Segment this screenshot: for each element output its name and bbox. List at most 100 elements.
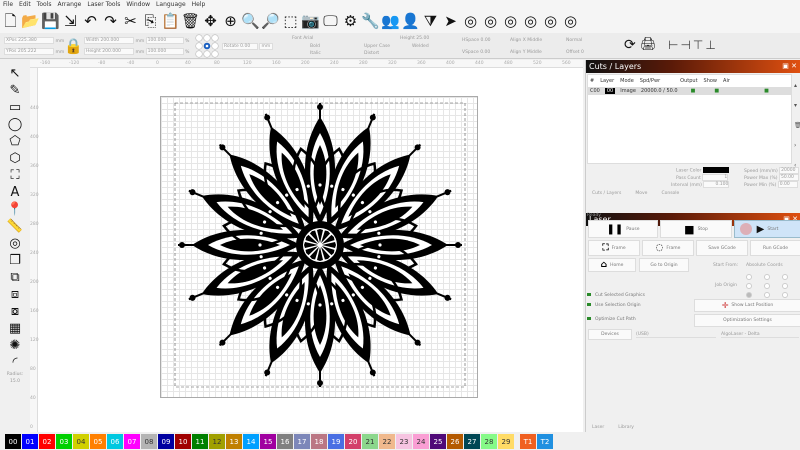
menu-arrange[interactable]: Arrange bbox=[57, 0, 81, 9]
edit-nodes-icon[interactable]: ✎ bbox=[7, 83, 23, 98]
origin-selector[interactable] bbox=[195, 34, 219, 58]
move-icon[interactable]: ✥ bbox=[202, 13, 219, 30]
color-swatch-28[interactable]: 28 bbox=[481, 434, 497, 449]
color-swatch-04[interactable]: 04 bbox=[73, 434, 89, 449]
menu-laser-tools[interactable]: Laser Tools bbox=[87, 0, 120, 9]
delete-icon[interactable]: 🗑 bbox=[181, 13, 200, 30]
color-swatch-t1[interactable]: T1 bbox=[520, 434, 536, 449]
frame-icon[interactable]: ⛶ bbox=[7, 168, 23, 183]
camera-icon[interactable]: 📷 bbox=[301, 13, 320, 30]
offset-icon[interactable]: ◎ bbox=[7, 236, 23, 251]
device-select[interactable]: AlgoLaser - Delta bbox=[721, 332, 799, 338]
ypos-input[interactable]: YPos 205.222 bbox=[4, 48, 54, 55]
save-icon[interactable]: 💾 bbox=[41, 13, 60, 30]
tools-wrench-icon[interactable]: 🔧 bbox=[361, 13, 380, 30]
open-folder-icon[interactable]: 📂 bbox=[21, 13, 40, 30]
job-origin-radio[interactable] bbox=[746, 274, 752, 280]
select-icon[interactable]: ↖ bbox=[7, 66, 23, 81]
color-swatch-01[interactable]: 01 bbox=[22, 434, 38, 449]
table-row[interactable]: C00 00 Image 20000.0 / 50.0 ■ ■ ■ bbox=[588, 87, 791, 95]
show-toggle[interactable]: ■ bbox=[714, 88, 719, 94]
tab-console[interactable]: Console bbox=[661, 191, 679, 196]
output-toggle[interactable]: ■ bbox=[691, 88, 696, 94]
optimization-settings-button[interactable]: Optimization Settings bbox=[694, 314, 800, 327]
job-origin-radio[interactable] bbox=[764, 292, 770, 298]
color-swatch-18[interactable]: 18 bbox=[311, 434, 327, 449]
polygon-star-icon[interactable]: ⬡ bbox=[7, 151, 23, 166]
menu-help[interactable]: Help bbox=[192, 0, 206, 9]
color-swatch-13[interactable]: 13 bbox=[226, 434, 242, 449]
height-pct-input[interactable]: 100.000 bbox=[145, 48, 184, 55]
color-swatch-26[interactable]: 26 bbox=[447, 434, 463, 449]
menu-file[interactable]: File bbox=[3, 0, 13, 9]
paste-icon[interactable]: 📋 bbox=[161, 13, 180, 30]
bold-checkbox[interactable]: Bold bbox=[310, 44, 320, 49]
arrange-icon[interactable]: ⧩ bbox=[422, 13, 439, 30]
zoom-frame-icon[interactable]: ⊕ bbox=[222, 13, 239, 30]
copy-icon[interactable]: ⎘ bbox=[142, 13, 159, 30]
measure-icon[interactable]: 📏 bbox=[7, 219, 23, 234]
job-origin-radio[interactable] bbox=[782, 283, 788, 289]
menu-tools[interactable]: Tools bbox=[37, 0, 52, 9]
color-swatch-19[interactable]: 19 bbox=[328, 434, 344, 449]
user-icon[interactable]: 👤 bbox=[401, 13, 420, 30]
color-swatch-14[interactable]: 14 bbox=[243, 434, 259, 449]
go-to-origin-button[interactable]: Go to Origin bbox=[639, 258, 689, 272]
width-input[interactable]: Width 200.000 bbox=[84, 37, 134, 44]
target3-icon[interactable]: ◎ bbox=[502, 13, 519, 30]
color-swatch-11[interactable]: 11 bbox=[192, 434, 208, 449]
layer-color-swatch[interactable] bbox=[702, 167, 729, 173]
radius-input[interactable]: 15.0 bbox=[10, 379, 20, 384]
stop-button[interactable]: ■ Stop bbox=[660, 220, 732, 238]
import-icon[interactable]: ⇲ bbox=[62, 13, 79, 30]
use-selection-origin-checkbox[interactable]: Use Selection Origin bbox=[587, 303, 641, 308]
menu-edit[interactable]: Edit bbox=[19, 0, 31, 9]
normal-select[interactable]: Normal bbox=[566, 38, 582, 43]
tab-move[interactable]: Move bbox=[635, 191, 647, 196]
tab-laser[interactable]: Laser bbox=[592, 425, 604, 430]
settings-gear-icon[interactable]: ⚙ bbox=[342, 13, 359, 30]
ellipse-icon[interactable]: ◯ bbox=[7, 117, 23, 132]
target5-icon[interactable]: ◎ bbox=[542, 13, 559, 30]
cut-selected-checkbox[interactable]: Cut Selected Graphics bbox=[587, 293, 645, 298]
weld-icon[interactable]: ⧈ bbox=[7, 287, 23, 302]
tab-library[interactable]: Library bbox=[618, 425, 634, 430]
save-gcode-button[interactable]: Save GCode bbox=[696, 240, 748, 256]
new-file-icon[interactable]: 🗋 bbox=[2, 13, 19, 30]
air-toggle[interactable]: ■ bbox=[764, 88, 769, 94]
color-swatch-16[interactable]: 16 bbox=[277, 434, 293, 449]
frame-rect-button[interactable]: ⛶ Frame bbox=[588, 240, 640, 256]
color-swatch-08[interactable]: 08 bbox=[141, 434, 157, 449]
color-swatch-07[interactable]: 07 bbox=[124, 434, 140, 449]
welded-checkbox[interactable]: Welded bbox=[412, 44, 429, 49]
height-input[interactable]: Height 200.000 bbox=[84, 48, 134, 55]
circular-array-icon[interactable]: ✺ bbox=[7, 338, 23, 353]
run-gcode-button[interactable]: Run GCode bbox=[750, 240, 800, 256]
job-origin-radio[interactable] bbox=[746, 292, 752, 298]
color-swatch-02[interactable]: 02 bbox=[39, 434, 55, 449]
show-last-position-button[interactable]: ✛ Show Last Position bbox=[694, 299, 800, 312]
hspace-input[interactable]: HSpace 0.00 bbox=[462, 38, 491, 43]
rotary-icon[interactable]: ⟳ bbox=[624, 37, 636, 53]
rotate-input[interactable]: Rotate 0.00 bbox=[222, 43, 258, 50]
upper-case-checkbox[interactable]: Upper Case bbox=[364, 44, 390, 49]
layer-side-buttons[interactable]: ▴ ▾ 🗑 › ‹ bbox=[794, 76, 800, 176]
devices-button[interactable]: Devices bbox=[588, 329, 632, 340]
group-icon[interactable]: ❐ bbox=[7, 253, 23, 268]
italic-checkbox[interactable]: Italic bbox=[310, 51, 321, 56]
color-swatch-10[interactable]: 10 bbox=[175, 434, 191, 449]
interval-input[interactable]: 0.100 bbox=[703, 181, 730, 188]
polygon-icon[interactable]: ⬠ bbox=[7, 134, 23, 149]
color-swatch-03[interactable]: 03 bbox=[56, 434, 72, 449]
job-origin-radio[interactable] bbox=[746, 283, 752, 289]
color-swatch-12[interactable]: 12 bbox=[209, 434, 225, 449]
font-select[interactable]: Font Arial bbox=[292, 36, 313, 41]
distort-checkbox[interactable]: Distort bbox=[364, 51, 379, 56]
color-swatch-25[interactable]: 25 bbox=[430, 434, 446, 449]
tab-cuts-layers[interactable]: Cuts / Layers bbox=[592, 191, 621, 196]
offset-input[interactable]: Offset 0 bbox=[566, 50, 584, 55]
color-swatch-09[interactable]: 09 bbox=[158, 434, 174, 449]
pause-button[interactable]: ❚❚ Pause bbox=[588, 220, 658, 238]
text-icon[interactable]: A bbox=[7, 185, 23, 200]
color-swatch-15[interactable]: 15 bbox=[260, 434, 276, 449]
